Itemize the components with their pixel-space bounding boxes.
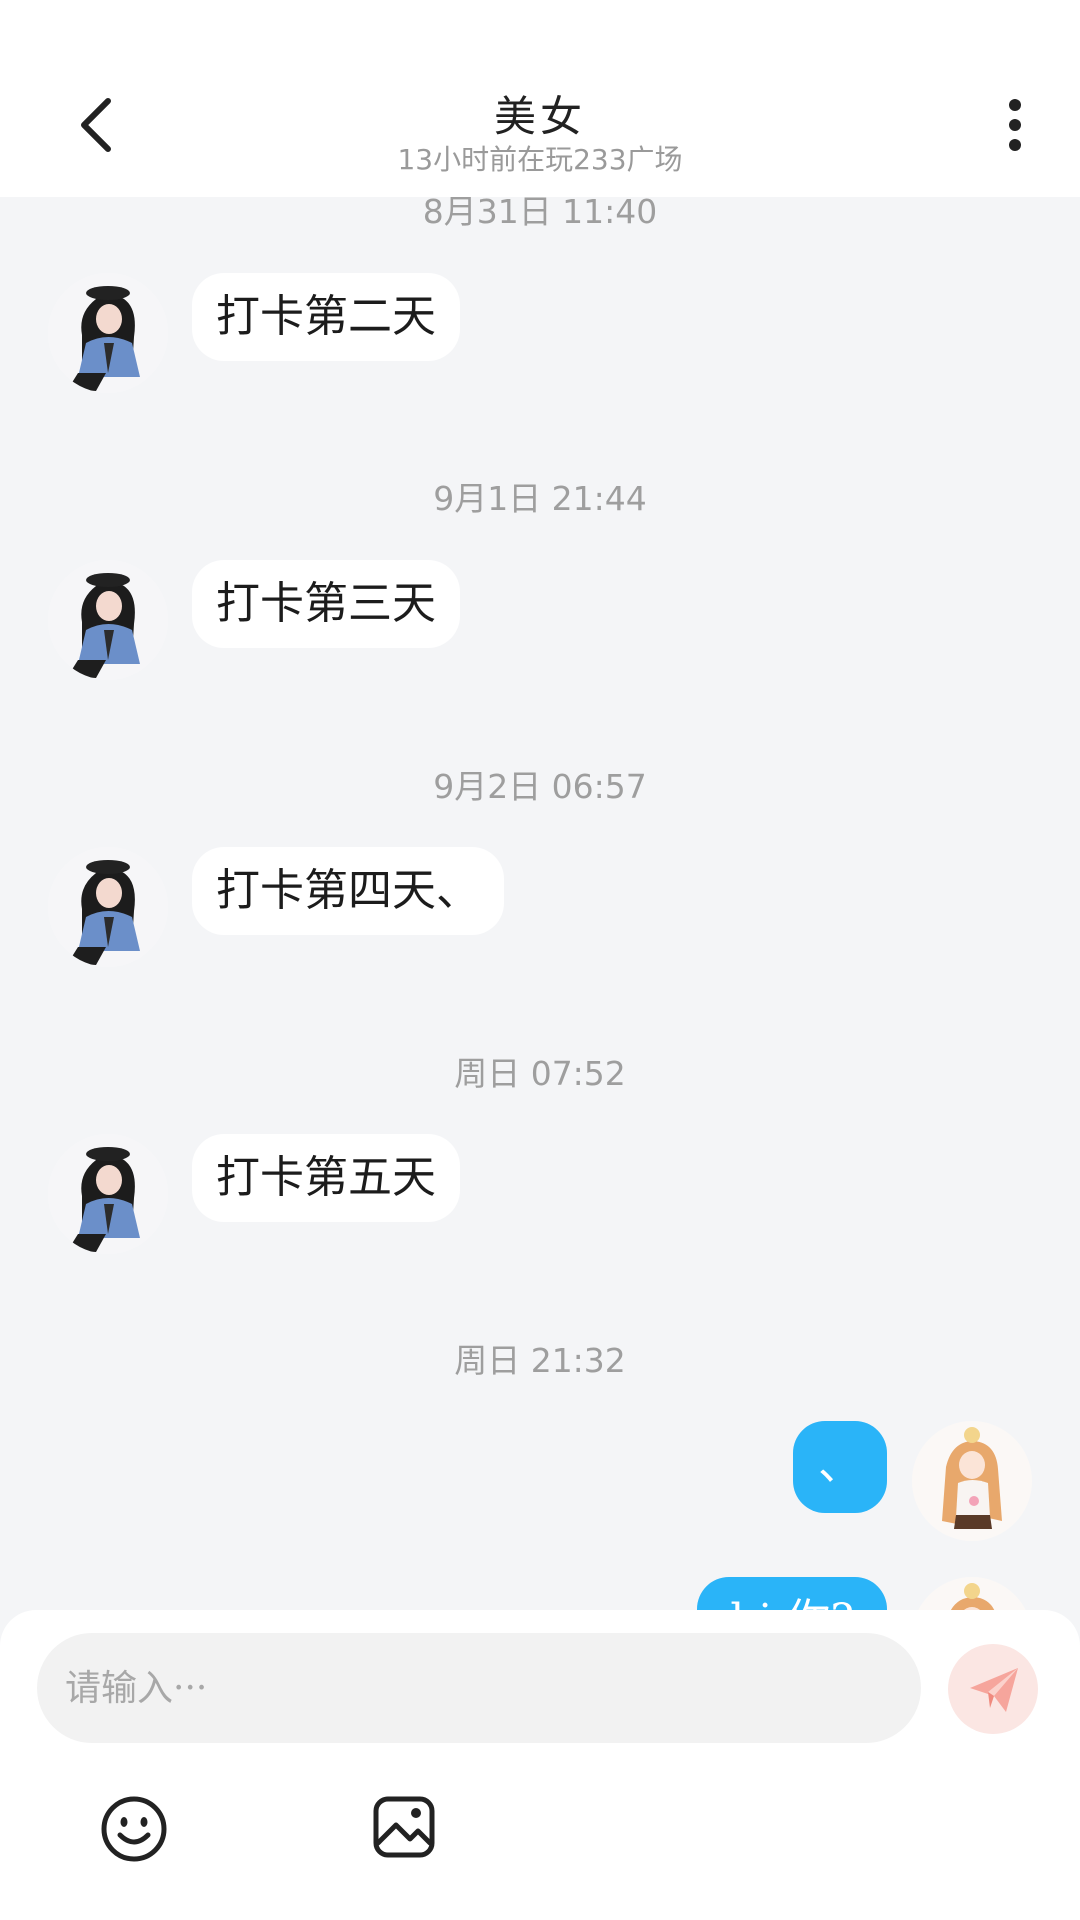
avatar-image <box>912 1421 1032 1541</box>
avatar-image <box>48 1134 168 1254</box>
more-vertical-icon <box>1009 99 1021 151</box>
avatar-image <box>48 273 168 393</box>
contact-avatar[interactable] <box>48 847 168 967</box>
emoji-button[interactable] <box>100 1795 168 1863</box>
message-bubble[interactable]: 打卡第三天 <box>192 560 460 648</box>
contact-avatar[interactable] <box>48 1134 168 1254</box>
message-timestamp: 周日 07:52 <box>454 1054 626 1093</box>
image-button[interactable] <box>372 1795 436 1859</box>
more-options-button[interactable] <box>995 97 1035 157</box>
message-timestamp: 9月1日 21:44 <box>433 479 647 518</box>
message-timestamp: 9月2日 06:57 <box>433 767 647 806</box>
message-bubble[interactable]: 打卡第四天、 <box>192 847 504 935</box>
avatar-image <box>48 847 168 967</box>
avatar-image <box>48 560 168 680</box>
contact-avatar[interactable] <box>48 273 168 393</box>
contact-avatar[interactable] <box>48 560 168 680</box>
emoji-icon <box>101 1796 167 1862</box>
message-bubble[interactable]: 打卡第二天 <box>192 273 460 361</box>
message-input[interactable] <box>37 1633 921 1743</box>
message-bubble[interactable]: 打卡第五天 <box>192 1134 460 1222</box>
send-icon <box>970 1668 1018 1712</box>
my-avatar[interactable] <box>912 1577 1032 1610</box>
my-avatar[interactable] <box>912 1421 1032 1541</box>
message-timestamp: 8月31日 11:40 <box>422 197 658 231</box>
send-button[interactable] <box>948 1644 1038 1734</box>
avatar-image <box>912 1577 1032 1610</box>
my-message-bubble[interactable]: 、 <box>793 1421 887 1513</box>
page-title: 美女 <box>493 92 586 141</box>
presence-status: 13小时前在玩233广场 <box>397 143 683 176</box>
message-list[interactable]: 8月31日 11:40 打卡第二天 9月1日 21:44 打卡第三天 9月2日 … <box>0 197 1080 1610</box>
image-icon <box>373 1796 435 1858</box>
message-timestamp: 周日 21:32 <box>454 1341 626 1380</box>
chat-header: 美女 13小时前在玩233广场 <box>0 0 1080 197</box>
my-message-bubble[interactable]: hi 你? <box>697 1577 887 1610</box>
input-panel <box>0 1610 1080 1920</box>
